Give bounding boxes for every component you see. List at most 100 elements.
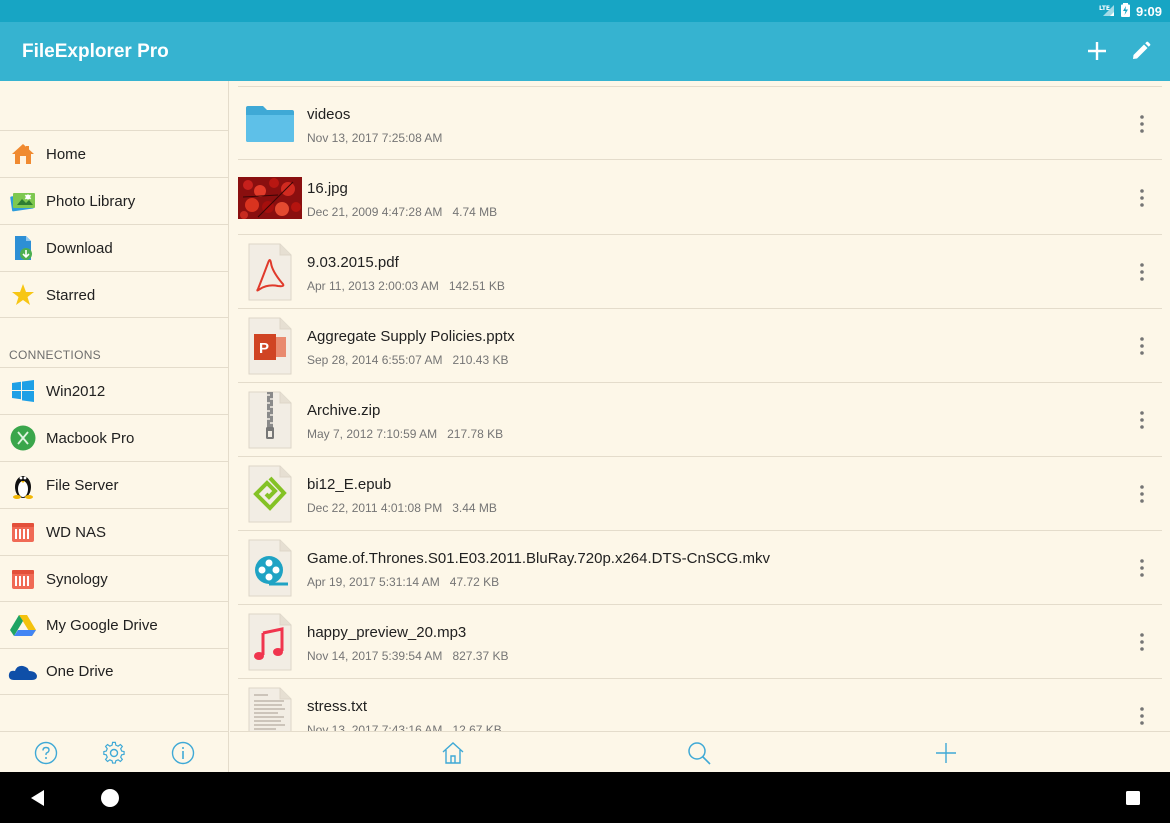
home-nav-button[interactable] (98, 786, 122, 810)
file-name: Game.of.Thrones.S01.E03.2011.BluRay.720p… (307, 550, 771, 567)
list-item[interactable]: happy_preview_20.mp3 Nov 14, 2017 5:39:5… (238, 605, 1162, 679)
connection-one-drive[interactable]: One Drive (0, 648, 229, 695)
image-thumbnail (238, 171, 302, 225)
sidebar-item-label: WD NAS (46, 523, 106, 541)
file-meta: Nov 14, 2017 5:39:54 AM 827.37 KB (307, 649, 508, 663)
file-meta: Dec 22, 2011 4:01:08 PM 3.44 MB (307, 501, 497, 515)
more-vert-icon (1140, 707, 1144, 725)
file-date: Dec 22, 2011 4:01:08 PM (307, 501, 443, 515)
more-options-button[interactable] (1130, 186, 1154, 210)
connections-header: CONNECTIONS (9, 348, 101, 362)
more-vert-icon (1140, 263, 1144, 281)
home-icon (0, 131, 46, 178)
file-meta: Apr 11, 2013 2:00:03 AM 142.51 KB (307, 279, 505, 293)
file-size: 3.44 MB (452, 501, 497, 515)
connection-google-drive[interactable]: My Google Drive (0, 601, 229, 648)
sidebar-item-photo-library[interactable]: Photo Library (0, 177, 229, 224)
help-button[interactable] (34, 741, 58, 765)
more-options-button[interactable] (1130, 482, 1154, 506)
list-item[interactable]: 9.03.2015.pdf Apr 11, 2013 2:00:03 AM 142… (238, 235, 1162, 309)
file-date: Apr 19, 2017 5:31:14 AM (307, 575, 440, 589)
linux-icon (0, 462, 46, 509)
file-name: 9.03.2015.pdf (307, 254, 399, 271)
more-options-button[interactable] (1130, 112, 1154, 136)
sidebar-item-starred[interactable]: Starred (0, 271, 229, 318)
file-size: 12.67 KB (452, 723, 502, 731)
bottom-toolbar (230, 731, 1170, 772)
file-size: 47.72 KB (449, 575, 500, 589)
back-button[interactable] (26, 786, 50, 810)
file-name: happy_preview_20.mp3 (307, 624, 467, 641)
list-item[interactable]: 16.jpg Dec 21, 2009 4:47:28 AM 4.74 MB (238, 161, 1162, 235)
windows-icon (0, 368, 46, 415)
settings-button[interactable] (102, 741, 126, 765)
pencil-icon (1133, 41, 1151, 59)
svg-text:P: P (259, 340, 269, 357)
list-item[interactable]: videos Nov 13, 2017 7:25:08 AM (238, 86, 1162, 160)
list-item[interactable]: Game.of.Thrones.S01.E03.2011.BluRay.720p… (238, 531, 1162, 605)
connection-file-server[interactable]: File Server (0, 461, 229, 508)
list-item[interactable]: stress.txt Nov 13, 2017 7:43:16 AM 12.67 … (238, 679, 1162, 731)
list-item[interactable]: P Aggregate Supply Policies.pptx Sep 28,… (238, 309, 1162, 383)
battery-icon (1120, 3, 1130, 20)
home-button[interactable] (440, 740, 466, 766)
more-vert-icon (1140, 485, 1144, 503)
mac-icon (0, 415, 46, 462)
file-size: 210.43 KB (452, 353, 509, 367)
more-vert-icon (1140, 337, 1144, 355)
more-options-button[interactable] (1130, 334, 1154, 358)
edit-button[interactable] (1128, 38, 1154, 64)
more-options-button[interactable] (1130, 408, 1154, 432)
list-item[interactable]: bi12_E.epub Dec 22, 2011 4:01:08 PM 3.44 … (238, 457, 1162, 531)
sidebar-footer (0, 731, 229, 772)
add-button[interactable] (1084, 38, 1110, 64)
file-meta: Dec 21, 2009 4:47:28 AM 4.74 MB (307, 205, 497, 219)
search-button[interactable] (686, 740, 712, 766)
more-vert-icon (1140, 633, 1144, 651)
onedrive-icon (0, 648, 46, 695)
more-options-button[interactable] (1130, 556, 1154, 580)
sidebar-item-label: Home (46, 145, 87, 163)
file-date: Dec 21, 2009 4:47:28 AM (307, 205, 443, 219)
new-item-button[interactable] (933, 740, 959, 766)
recents-button[interactable] (1121, 786, 1145, 810)
list-item[interactable]: Archive.zip May 7, 2012 7:10:59 AM 217.78… (238, 383, 1162, 457)
video-icon (238, 539, 302, 597)
file-meta: May 7, 2012 7:10:59 AM 217.78 KB (307, 427, 503, 441)
google-drive-icon (0, 602, 46, 649)
file-size: 217.78 KB (447, 427, 504, 441)
more-vert-icon (1140, 559, 1144, 577)
file-date: May 7, 2012 7:10:59 AM (307, 427, 438, 441)
sidebar-item-label: Starred (46, 286, 96, 304)
more-options-button[interactable] (1130, 630, 1154, 654)
music-icon (238, 613, 302, 671)
epub-icon (238, 465, 302, 523)
file-date: Nov 13, 2017 7:25:08 AM (307, 131, 443, 145)
search-icon (688, 742, 711, 765)
info-button[interactable] (171, 741, 195, 765)
file-size: 4.74 MB (452, 205, 498, 219)
file-name: videos (307, 106, 351, 123)
sidebar: Home Photo Library Download Starred CONN… (0, 81, 229, 772)
file-size: 142.51 KB (448, 279, 505, 293)
signal-icon: LTE (1099, 3, 1115, 20)
connection-win2012[interactable]: Win2012 (0, 367, 229, 414)
connection-wd-nas[interactable]: WD NAS (0, 508, 229, 555)
connection-macbook-pro[interactable]: Macbook Pro (0, 414, 229, 461)
more-options-button[interactable] (1130, 260, 1154, 284)
more-vert-icon (1140, 189, 1144, 207)
file-meta: Nov 13, 2017 7:43:16 AM 12.67 KB (307, 723, 502, 731)
navigation-bar (0, 772, 1170, 823)
sidebar-item-label: Macbook Pro (46, 429, 135, 447)
connection-synology[interactable]: Synology (0, 555, 229, 602)
sidebar-item-label: One Drive (46, 663, 114, 680)
sidebar-item-download[interactable]: Download (0, 224, 229, 271)
nas-icon (0, 509, 46, 556)
text-icon (238, 687, 302, 731)
recents-square-icon (1126, 791, 1140, 805)
more-options-button[interactable] (1130, 704, 1154, 728)
file-name: Archive.zip (307, 402, 381, 419)
sidebar-item-home[interactable]: Home (0, 130, 229, 177)
pdf-icon (238, 243, 302, 301)
help-icon (34, 741, 58, 765)
